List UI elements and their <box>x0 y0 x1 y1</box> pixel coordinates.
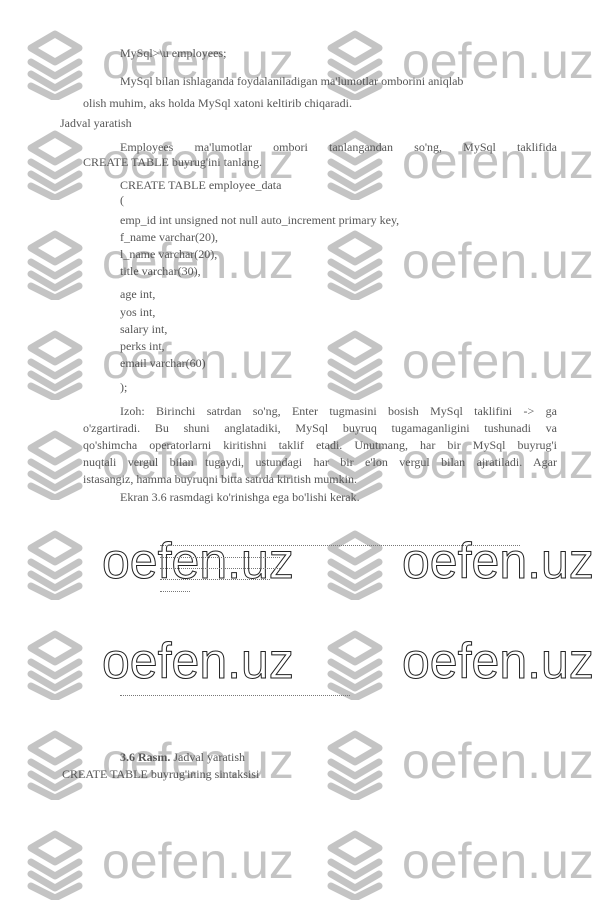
code-line: ( <box>120 193 124 207</box>
figure-intro: Ekran 3.6 rasmdagi ko'rinishga ega bo'li… <box>120 490 360 504</box>
figure-screenshot <box>120 505 520 720</box>
code-line: ); <box>120 380 128 394</box>
code-line: emp_id int unsigned not null auto_increm… <box>120 213 400 227</box>
note-line: istasangiz, hamma buyruqni bitta satrda … <box>83 472 357 486</box>
paragraph-line: olish muhim, aks holda MySql xatoni kelt… <box>83 96 352 110</box>
paragraph-line: CREATE TABLE buyrug'ini tanlang. <box>83 155 262 169</box>
code-line: perks int, <box>120 339 165 353</box>
paragraph-line: MySql bilan ishlaganda foydalaniladigan … <box>120 74 464 88</box>
figure-caption: 3.6 Rasm. Jadval yaratish <box>120 750 245 765</box>
note-line: Izoh: Birinchi satrdan so'ng, Enter tugm… <box>120 404 557 418</box>
note-line: o'zgartiradi. Bu shuni anglatadiki, MySq… <box>83 421 557 435</box>
watermark-text: oefen.uz <box>102 833 294 889</box>
mysql-command-line: MySql>\u employees; <box>120 46 227 60</box>
section-heading: Jadval yaratish <box>60 116 132 130</box>
code-line: age int, <box>120 287 156 301</box>
caption-text: Jadval yaratish <box>170 750 245 764</box>
note-line: nuqtali vergul bilan tugaydi, ustundagi … <box>83 455 557 469</box>
code-line: l_name varchar(20), <box>120 247 218 261</box>
caption-number: 3.6 Rasm. <box>120 750 171 764</box>
document-page: MySql>\u employees; MySql bilan ishlagan… <box>0 0 595 842</box>
watermark-text: oefen.uz <box>402 833 594 889</box>
code-line: yos int, <box>120 305 156 319</box>
code-line: email varchar(60) <box>120 356 206 370</box>
paragraph-line: Employees ma'lumotlar ombori tanlanganda… <box>120 140 557 154</box>
code-line: CREATE TABLE employee_data <box>120 178 282 192</box>
syntax-heading: CREATE TABLE buyrug'ining sintaksisi <box>62 767 260 781</box>
code-line: f_name varchar(20), <box>120 230 218 244</box>
note-line: qo'shimcha operatorlarni kiritishni takl… <box>83 438 557 452</box>
code-line: salary int, <box>120 322 168 336</box>
code-line: title varchar(30), <box>120 264 201 278</box>
